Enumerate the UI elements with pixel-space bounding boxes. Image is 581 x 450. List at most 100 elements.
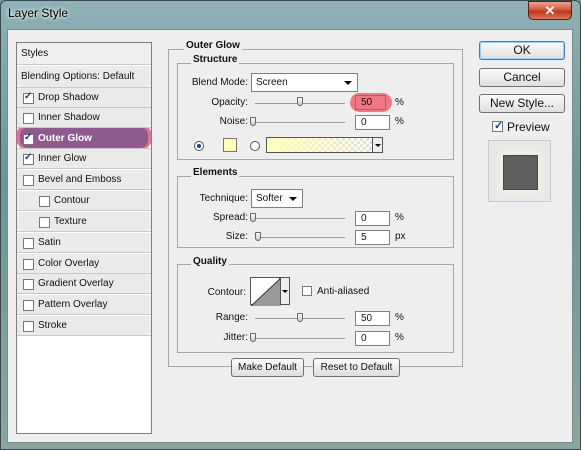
style-item-gradient-overlay[interactable]: Gradient Overlay [17, 274, 151, 294]
color-mode-radio[interactable] [194, 141, 204, 151]
styles-header[interactable]: Styles [17, 43, 151, 65]
size-slider-thumb[interactable] [255, 232, 261, 241]
contour-curve-icon [251, 278, 281, 306]
blending-options-item[interactable]: Blending Options: Default [17, 66, 151, 88]
noise-slider-track[interactable] [255, 122, 345, 123]
range-input[interactable]: 50 [355, 311, 390, 326]
style-item-checkbox[interactable] [23, 175, 34, 186]
style-item-inner-shadow[interactable]: Inner Shadow [17, 108, 151, 128]
style-item-label: Color Overlay [38, 258, 100, 269]
style-item-stroke[interactable]: Stroke [17, 316, 151, 336]
gradient-picker[interactable] [266, 137, 383, 153]
range-label: Range: [215, 312, 248, 323]
spread-unit: % [395, 212, 404, 223]
style-item-drop-shadow[interactable]: Drop Shadow [17, 88, 151, 108]
preview-label: Preview [507, 120, 550, 134]
range-value: 50 [361, 313, 373, 324]
radio-dot-icon [197, 144, 201, 148]
style-item-checkbox[interactable] [23, 132, 34, 145]
spread-value: 0 [361, 213, 367, 224]
chevron-down-icon [282, 290, 288, 293]
noise-unit: % [395, 116, 404, 127]
style-item-checkbox[interactable] [23, 321, 34, 332]
anti-aliased-label: Anti-aliased [317, 286, 370, 297]
style-item-checkbox[interactable] [23, 238, 34, 249]
chevron-down-icon [375, 144, 381, 147]
style-item-inner-glow[interactable]: Inner Glow [17, 149, 151, 169]
style-item-label: Drop Shadow [38, 92, 99, 103]
noise-input[interactable]: 0 [355, 115, 390, 130]
jitter-slider-track[interactable] [255, 338, 345, 339]
style-item-texture[interactable]: Texture [17, 212, 151, 232]
style-item-label: Inner Shadow [38, 112, 100, 123]
technique-select[interactable]: Softer [251, 189, 303, 208]
style-item-outer-glow[interactable]: Outer Glow [17, 129, 151, 149]
style-item-checkbox[interactable] [23, 300, 34, 311]
style-item-label: Inner Glow [38, 153, 87, 164]
close-button[interactable]: ✕ [528, 1, 572, 20]
style-item-checkbox[interactable] [23, 152, 34, 165]
size-slider-track[interactable] [255, 237, 345, 238]
make-default-button[interactable]: Make Default [231, 358, 304, 377]
anti-aliased-checkbox[interactable] [302, 286, 312, 296]
spread-label: Spread: [212, 212, 248, 223]
style-item-pattern-overlay[interactable]: Pattern Overlay [17, 295, 151, 315]
style-item-label: Satin [38, 237, 61, 248]
chevron-down-icon [344, 81, 352, 85]
gradient-dropdown-button[interactable] [372, 137, 383, 153]
opacity-slider-thumb[interactable] [297, 97, 303, 106]
contour-dropdown-button[interactable] [280, 277, 290, 305]
spread-slider-thumb[interactable] [250, 213, 256, 222]
preview-checkbox[interactable]: ✓ [492, 120, 503, 132]
reset-to-default-button[interactable]: Reset to Default [313, 358, 400, 377]
preview-box [488, 140, 551, 202]
contour-picker[interactable] [250, 277, 281, 306]
gradient-mode-radio[interactable] [250, 141, 260, 151]
style-item-checkbox[interactable] [23, 279, 34, 290]
style-item-checkbox[interactable] [39, 217, 50, 228]
opacity-unit: % [395, 97, 404, 108]
jitter-input[interactable]: 0 [355, 331, 390, 346]
contour-label: Contour: [207, 287, 246, 298]
spread-slider-track[interactable] [255, 218, 345, 219]
style-item-checkbox[interactable] [23, 259, 34, 270]
style-item-contour[interactable]: Contour [17, 191, 151, 211]
styles-header-label: Styles [21, 48, 49, 59]
blend-mode-select[interactable]: Screen [251, 73, 358, 92]
size-input[interactable]: 5 [355, 230, 390, 245]
range-slider-thumb[interactable] [297, 313, 303, 322]
quality-title: Quality [191, 256, 229, 267]
opacity-label: Opacity: [211, 97, 248, 108]
glow-color-swatch[interactable] [223, 138, 237, 152]
size-value: 5 [361, 232, 367, 243]
elements-title: Elements [191, 167, 240, 178]
outer-glow-title: Outer Glow [184, 40, 242, 51]
chevron-down-icon [289, 197, 297, 201]
size-label: Size: [225, 231, 248, 242]
blend-mode-value: Screen [256, 77, 288, 88]
style-item-checkbox[interactable] [23, 113, 34, 124]
ok-button[interactable]: OK [479, 41, 565, 60]
range-unit: % [395, 312, 404, 323]
style-item-bevel-and-emboss[interactable]: Bevel and Emboss [17, 170, 151, 190]
style-item-checkbox[interactable] [39, 196, 50, 207]
style-item-satin[interactable]: Satin [17, 233, 151, 253]
noise-value: 0 [361, 117, 367, 128]
noise-slider-thumb[interactable] [250, 117, 256, 126]
new-style-button[interactable]: New Style... [479, 94, 565, 113]
style-item-label: Bevel and Emboss [38, 174, 122, 185]
jitter-value: 0 [361, 333, 367, 344]
spread-input[interactable]: 0 [355, 211, 390, 226]
preview-swatch [503, 155, 538, 190]
style-item-checkbox[interactable] [23, 91, 34, 104]
blending-options-label: Blending Options: Default [21, 71, 135, 82]
structure-title: Structure [191, 54, 240, 65]
style-item-color-overlay[interactable]: Color Overlay [17, 254, 151, 274]
cancel-button[interactable]: Cancel [479, 68, 565, 87]
style-item-label: Contour [54, 195, 90, 206]
technique-label: Technique: [199, 193, 248, 204]
title-bar[interactable]: Layer Style [0, 0, 581, 28]
jitter-slider-thumb[interactable] [250, 333, 256, 342]
opacity-input[interactable]: 50 [355, 95, 386, 110]
jitter-unit: % [395, 332, 404, 343]
